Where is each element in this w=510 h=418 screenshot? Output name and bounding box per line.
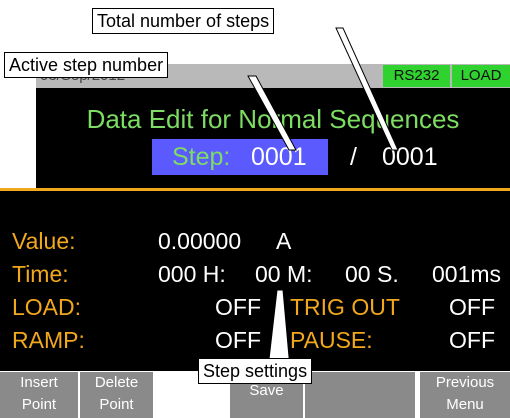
active-step-number[interactable]: 0001: [251, 143, 307, 172]
trig-out-value[interactable]: OFF: [449, 294, 495, 321]
blank-softkey[interactable]: [305, 372, 415, 418]
pause-label: PAUSE:: [290, 327, 373, 353]
step-label: Step:: [172, 143, 231, 171]
pause-value[interactable]: OFF: [449, 327, 495, 354]
total-steps: 0001: [382, 143, 438, 171]
time-minutes-field[interactable]: 00 M:: [255, 261, 313, 288]
softkey-label-line2: Menu: [446, 396, 484, 413]
time-hours-field[interactable]: 000 H:: [158, 261, 226, 288]
softkey-label-line1: Previous: [435, 374, 495, 391]
value-label: Value:: [12, 228, 76, 254]
rs232-badge: RS232: [383, 65, 450, 87]
device-screen: 03/Sep/2012 RS232 LOAD Data Edit for Nor…: [0, 0, 510, 418]
value-unit: A: [276, 228, 292, 254]
load-value[interactable]: OFF: [215, 294, 261, 321]
callout-total-steps: Total number of steps: [92, 8, 275, 34]
time-seconds-field[interactable]: 00 S.: [345, 261, 399, 288]
softkey-label-line2: Point: [99, 396, 134, 413]
softkey-label-line1: Delete: [94, 374, 139, 391]
page-title: Data Edit for Normal Sequences: [86, 104, 460, 134]
time-label: Time:: [12, 261, 69, 287]
callout-step-settings: Step settings: [198, 358, 313, 384]
trig-out-label: TRIG OUT: [290, 294, 400, 320]
softkey-label-line2: Point: [21, 396, 57, 413]
save-button[interactable]: Save: [230, 380, 303, 418]
ramp-value[interactable]: OFF: [215, 327, 261, 354]
insert-point-button[interactable]: Insert Point: [0, 372, 78, 418]
ramp-label: RAMP:: [12, 327, 85, 353]
step-separator: /: [350, 143, 357, 171]
softkey-label-line1: Insert: [20, 374, 58, 391]
value-field[interactable]: 0.00000: [158, 228, 241, 255]
load-badge: LOAD: [452, 65, 510, 87]
previous-menu-button[interactable]: Previous Menu: [420, 372, 510, 418]
callout-active-step: Active step number: [4, 52, 169, 78]
load-label: LOAD:: [12, 294, 82, 320]
delete-point-button[interactable]: Delete Point: [80, 372, 153, 418]
time-ms-field[interactable]: 001ms: [432, 261, 501, 288]
